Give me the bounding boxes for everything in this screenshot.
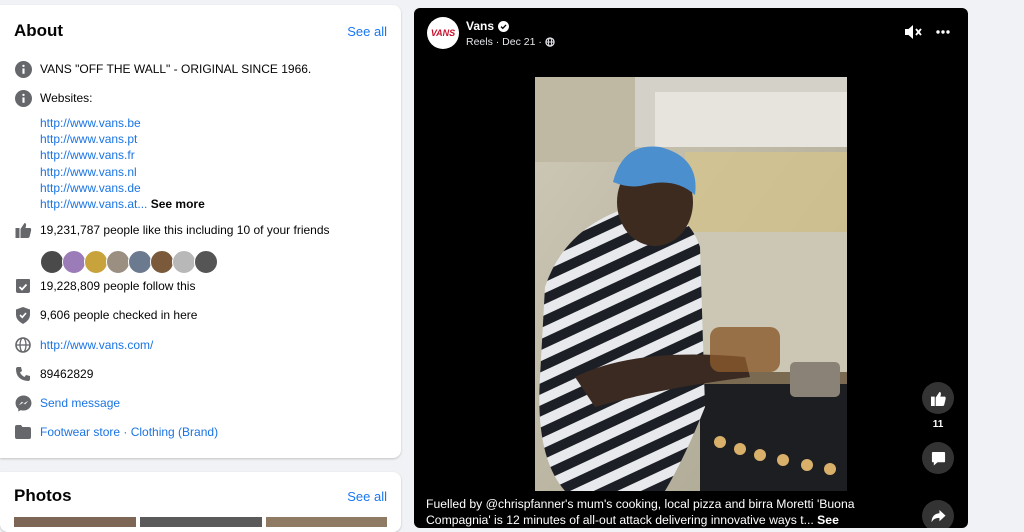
share-button[interactable] (922, 500, 954, 528)
globe-small-icon (545, 37, 555, 47)
phone-row: 89462829 (14, 365, 93, 383)
checkin-text: 9,606 people checked in here (40, 308, 198, 322)
website-link[interactable]: http://www.vans.nl (40, 164, 205, 180)
like-icon (14, 221, 32, 239)
friends-avatars (40, 250, 218, 274)
about-see-all-link[interactable]: See all (347, 24, 387, 39)
vans-logo: VANS (429, 26, 457, 40)
reel-post: VANS Vans Reels · Dec 21 · 11 Fuelled by… (414, 8, 968, 528)
about-tagline: VANS "OFF THE WALL" - ORIGINAL SINCE 196… (40, 62, 312, 76)
websites-list: http://www.vans.be http://www.vans.pt ht… (40, 115, 205, 212)
like-button[interactable] (922, 382, 954, 414)
avatar[interactable] (194, 250, 218, 274)
page-name[interactable]: Vans (466, 19, 494, 33)
globe-icon (14, 336, 32, 354)
reel-meta-text: Reels · Dec 21 · (466, 36, 542, 48)
website-link[interactable]: http://www.vans.at... (40, 197, 147, 211)
reel-video[interactable] (535, 77, 847, 491)
info-icon (14, 60, 32, 78)
send-message-link[interactable]: Send message (40, 396, 120, 410)
reel-top-controls (904, 24, 950, 40)
svg-text:VANS: VANS (431, 28, 455, 38)
photo-thumbnail[interactable] (14, 517, 136, 527)
avatar[interactable] (40, 250, 64, 274)
likes-text: 19,231,787 people like this including 10… (40, 223, 330, 237)
website-link[interactable]: http://www.vans.de (40, 180, 205, 196)
messenger-icon (14, 394, 32, 412)
phone-number: 89462829 (40, 367, 94, 381)
avatar[interactable] (84, 250, 108, 274)
avatar[interactable] (62, 250, 86, 274)
about-tagline-row: VANS "OFF THE WALL" - ORIGINAL SINCE 196… (14, 60, 311, 78)
mute-icon[interactable] (904, 24, 922, 40)
avatar[interactable] (106, 250, 130, 274)
websites-see-more[interactable]: See more (151, 197, 205, 211)
phone-icon (14, 365, 32, 383)
comment-icon (931, 451, 946, 466)
follow-text: 19,228,809 people follow this (40, 279, 196, 293)
checkin-row: 9,606 people checked in here (14, 306, 197, 324)
follow-icon (14, 277, 32, 295)
avatar[interactable] (172, 250, 196, 274)
website-link[interactable]: http://www.vans.com/ (40, 338, 153, 352)
photo-thumbnail[interactable] (266, 517, 387, 527)
website-link[interactable]: http://www.vans.be (40, 115, 205, 131)
category-icon (14, 423, 32, 441)
like-icon (930, 391, 946, 406)
message-row: Send message (14, 394, 120, 412)
website-link[interactable]: http://www.vans.pt (40, 131, 205, 147)
verified-icon (498, 20, 510, 32)
website-link[interactable]: http://www.vans.fr (40, 147, 205, 163)
like-count: 11 (932, 419, 944, 430)
photos-title: Photos (14, 486, 72, 505)
caption-text: Fuelled by @chrispfanner's mum's cooking… (426, 497, 855, 527)
reel-caption: Fuelled by @chrispfanner's mum's cooking… (426, 496, 866, 528)
share-icon (930, 509, 946, 524)
follow-row: 19,228,809 people follow this (14, 277, 195, 295)
category-row: Footwear store · Clothing (Brand) (14, 423, 218, 441)
photo-thumbnail[interactable] (140, 517, 262, 527)
category-link[interactable]: Footwear store · Clothing (Brand) (40, 425, 218, 439)
reel-meta: Reels · Dec 21 · (466, 36, 555, 48)
about-card: About See all VANS "OFF THE WALL" - ORIG… (0, 5, 401, 458)
vans-page-avatar[interactable]: VANS (427, 17, 459, 49)
photos-see-all-link[interactable]: See all (347, 489, 387, 504)
page-name-row: Vans (466, 19, 510, 33)
checkin-icon (14, 306, 32, 324)
comment-button[interactable] (922, 442, 954, 474)
info-icon (14, 89, 32, 107)
avatar[interactable] (128, 250, 152, 274)
likes-row: 19,231,787 people like this including 10… (14, 221, 330, 239)
websites-row: Websites: (14, 89, 92, 107)
more-icon[interactable] (936, 30, 950, 34)
avatar[interactable] (150, 250, 174, 274)
website-row: http://www.vans.com/ (14, 336, 153, 354)
about-title: About (14, 21, 64, 40)
websites-label: Websites: (40, 91, 93, 105)
